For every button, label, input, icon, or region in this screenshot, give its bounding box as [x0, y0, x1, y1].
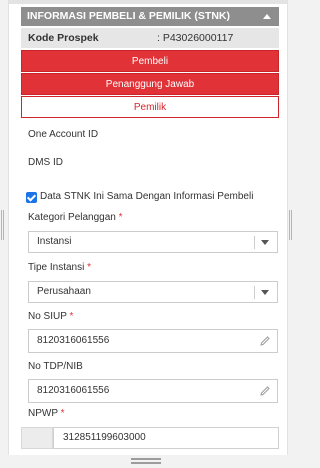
- prospect-label: Kode Prospek: [28, 32, 99, 44]
- prospect-row: Kode Prospek : P43026000117: [21, 28, 279, 48]
- required-mark: *: [87, 262, 92, 273]
- top-strip: [9, 0, 287, 4]
- npwp-input[interactable]: 312851199603000: [53, 427, 279, 449]
- pencil-icon[interactable]: [259, 385, 271, 397]
- chevron-down-icon[interactable]: [261, 240, 269, 245]
- kategori-label: Kategori Pelanggan *: [28, 212, 123, 223]
- tipe-label-text: Tipe Instansi: [28, 262, 85, 273]
- siup-input[interactable]: 8120316061556: [28, 329, 278, 353]
- right-resize-handle[interactable]: [289, 210, 293, 240]
- chevron-down-icon[interactable]: [261, 290, 269, 295]
- pencil-icon[interactable]: [259, 335, 271, 347]
- dms-label: DMS ID: [28, 157, 63, 168]
- one-account-label: One Account ID: [28, 129, 99, 140]
- select-separator: [254, 286, 255, 299]
- required-mark: *: [69, 311, 74, 322]
- tipe-label: Tipe Instansi *: [28, 262, 91, 273]
- kategori-value: Instansi: [37, 236, 72, 247]
- tipe-value: Perusahaan: [37, 286, 91, 297]
- npwp-label-text: NPWP: [28, 408, 58, 419]
- tab-pemilik[interactable]: Pemilik: [21, 96, 279, 118]
- caret-up-icon[interactable]: [263, 14, 271, 19]
- prospect-value: : P43026000117: [157, 32, 234, 44]
- npwp-label: NPWP *: [28, 408, 65, 419]
- tdp-value: 8120316061556: [37, 385, 110, 396]
- kategori-select[interactable]: Instansi: [28, 231, 278, 253]
- npwp-value: 312851199603000: [63, 432, 146, 443]
- siup-label: No SIUP *: [28, 311, 73, 322]
- siup-value: 8120316061556: [37, 335, 110, 346]
- left-resize-handle[interactable]: [1, 210, 5, 240]
- select-separator: [254, 236, 255, 249]
- tdp-input[interactable]: 8120316061556: [28, 379, 278, 403]
- form-panel: INFORMASI PEMBELI & PEMILIK (STNK) Kode …: [8, 0, 288, 455]
- drag-handle-icon[interactable]: [131, 458, 161, 464]
- tab-penanggung-jawab[interactable]: Penanggung Jawab: [21, 73, 279, 95]
- required-mark: *: [60, 408, 65, 419]
- tipe-select[interactable]: Perusahaan: [28, 281, 278, 303]
- same-info-checkbox[interactable]: [26, 191, 37, 203]
- section-title: INFORMASI PEMBELI & PEMILIK (STNK): [27, 10, 230, 22]
- required-mark: *: [118, 212, 123, 223]
- kategori-label-text: Kategori Pelanggan: [28, 212, 116, 223]
- same-info-row[interactable]: Data STNK Ini Sama Dengan Informasi Pemb…: [26, 190, 253, 204]
- npwp-prefix: [21, 427, 53, 449]
- same-info-label: Data STNK Ini Sama Dengan Informasi Pemb…: [40, 191, 254, 202]
- tdp-label: No TDP/NIB: [28, 361, 83, 372]
- siup-label-text: No SIUP: [28, 311, 67, 322]
- tab-pembeli[interactable]: Pembeli: [21, 50, 279, 72]
- section-header[interactable]: INFORMASI PEMBELI & PEMILIK (STNK): [21, 7, 279, 26]
